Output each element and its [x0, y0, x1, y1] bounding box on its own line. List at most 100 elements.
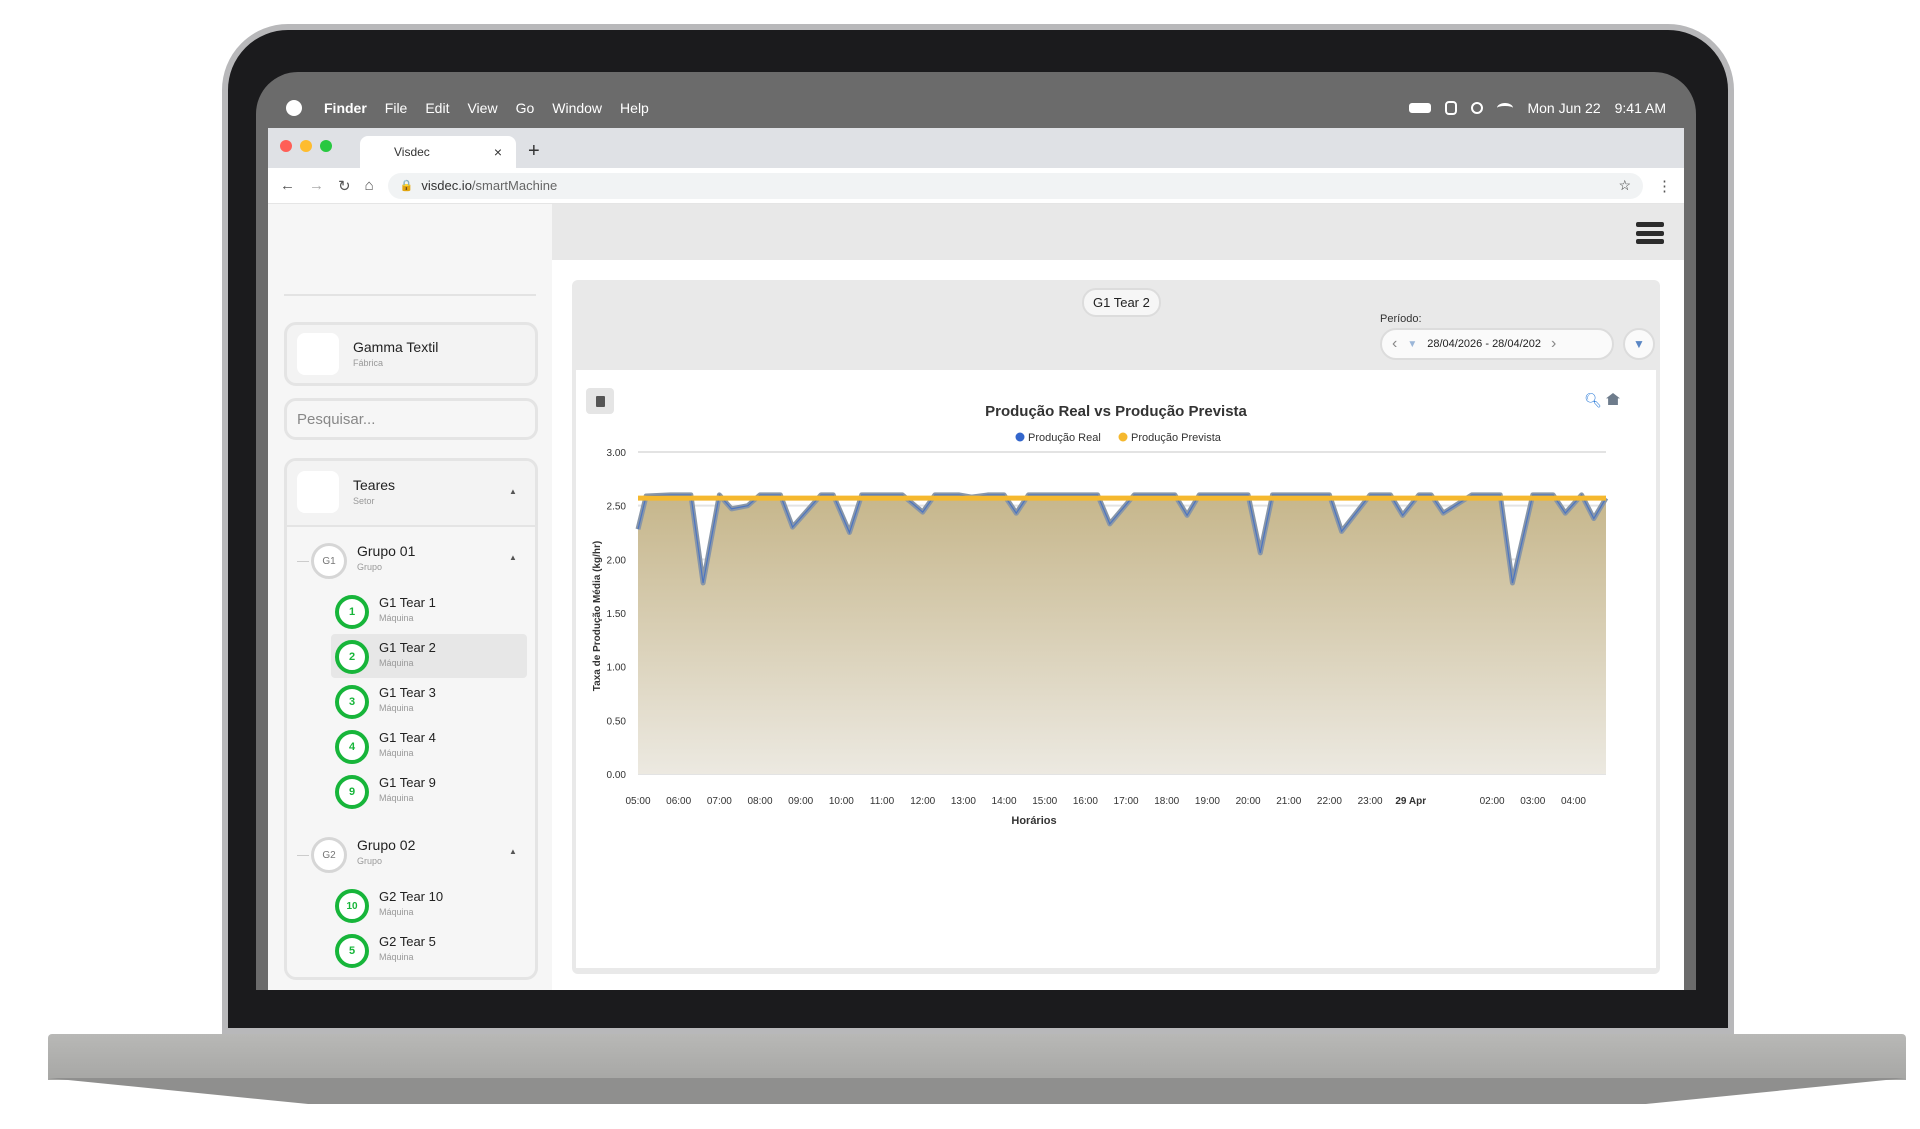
machine-row-selected[interactable]: 2 G1 Tear 2 Máquina	[331, 634, 527, 678]
factory-card[interactable]: Gamma Textil Fábrica	[284, 322, 538, 386]
browser-toolbar: ← → ↻ ⌂ 🔒 visdec.io/smartMachine ☆ ⋮	[268, 168, 1684, 204]
chart-container: 🔍︎ Produção Real vs Produção Prevista Pr…	[576, 370, 1656, 968]
periodo-label: Período:	[1380, 313, 1422, 325]
menubar-view[interactable]: View	[467, 100, 497, 116]
x-tick-label: 18:00	[1154, 796, 1179, 807]
back-icon[interactable]: ←	[280, 177, 295, 194]
y-tick-label: 0.50	[607, 716, 627, 727]
x-tick-label: 22:00	[1317, 796, 1342, 807]
machine-name: G2 Tear 10	[379, 889, 444, 904]
factory-name: Gamma Textil	[353, 339, 439, 355]
x-tick-label: 21:00	[1276, 796, 1301, 807]
close-tab-icon[interactable]: ×	[494, 144, 502, 160]
sector-type: Setor	[353, 496, 375, 506]
x-tick-label: 12:00	[910, 796, 935, 807]
x-tick-label: 17:00	[1114, 796, 1139, 807]
window-controls	[280, 140, 332, 152]
x-tick-label: 29 Apr	[1395, 796, 1426, 807]
x-tick-label: 14:00	[992, 796, 1017, 807]
menubar-window[interactable]: Window	[552, 100, 602, 116]
tree-connector	[297, 561, 309, 562]
y-tick-label: 2.50	[607, 502, 627, 513]
group-row[interactable]: G2 Grupo 02 Grupo ▲	[287, 831, 535, 877]
sector-avatar	[297, 471, 339, 513]
maximize-window-button[interactable]	[320, 140, 332, 152]
menubar-app-name[interactable]: Finder	[324, 100, 367, 116]
group-type: Grupo	[357, 856, 383, 866]
menubar-time[interactable]: 9:41 AM	[1615, 100, 1666, 116]
y-axis-label: Taxa de Produção Média (kg/hr)	[592, 541, 603, 691]
y-tick-label: 3.00	[607, 448, 627, 459]
x-tick-label: 02:00	[1480, 796, 1505, 807]
machine-row[interactable]: 3 G1 Tear 3 Máquina	[331, 679, 527, 723]
menubar-help[interactable]: Help	[620, 100, 649, 116]
y-tick-label: 1.50	[607, 609, 627, 620]
legend-label-real[interactable]: Produção Real	[1028, 432, 1101, 444]
y-axis-ticks: 0.00 0.50 1.00 1.50 2.00 2.50 3.00	[607, 448, 627, 781]
x-tick-label: 10:00	[829, 796, 854, 807]
group-row[interactable]: G1 Grupo 01 Grupo ▲	[287, 537, 535, 583]
y-tick-label: 2.00	[607, 555, 627, 566]
control-center-icon[interactable]	[1445, 101, 1458, 115]
filter-button[interactable]: ▼	[1623, 328, 1655, 360]
browser-menu-icon[interactable]: ⋮	[1657, 177, 1672, 195]
minimize-window-button[interactable]	[300, 140, 312, 152]
apple-icon[interactable]	[286, 100, 302, 116]
machine-name: G2 Tear 5	[379, 934, 436, 949]
laptop-base	[48, 1034, 1906, 1080]
url-bar[interactable]: 🔒 visdec.io/smartMachine ☆	[387, 172, 1643, 199]
date-range-value: 28/04/2026 - 28/04/202	[1427, 338, 1541, 350]
browser-window: Visdec × + ← → ↻ ⌂ 🔒 visdec.io/smartMach…	[268, 128, 1684, 990]
chart-series	[635, 492, 1609, 774]
top-header	[552, 204, 1684, 260]
reload-icon[interactable]: ↻	[338, 177, 351, 195]
menubar-date[interactable]: Mon Jun 22	[1527, 100, 1600, 116]
search-input[interactable]	[287, 401, 535, 437]
menubar-go[interactable]: Go	[516, 100, 535, 116]
chevron-up-icon[interactable]: ▲	[509, 487, 517, 496]
x-tick-label: 04:00	[1561, 796, 1586, 807]
machine-row[interactable]: 10 G2 Tear 10 Máquina	[331, 883, 527, 927]
macos-menubar: Finder File Edit View Go Window Help Mon…	[256, 72, 1696, 128]
home-icon[interactable]: ⌂	[365, 177, 374, 194]
chevron-up-icon[interactable]: ▲	[509, 847, 517, 856]
forward-icon[interactable]: →	[309, 177, 324, 194]
legend-marker-real	[1015, 432, 1025, 442]
machine-row[interactable]: 9 G1 Tear 9 Máquina	[331, 769, 527, 813]
machine-status-badge: 5	[335, 934, 369, 968]
x-tick-label: 11:00	[870, 796, 895, 807]
machine-row[interactable]: 5 G2 Tear 5 Máquina	[331, 928, 527, 972]
group-badge: G1	[311, 543, 347, 579]
machine-status-badge: 9	[335, 775, 369, 809]
x-tick-label: 16:00	[1073, 796, 1098, 807]
sector-header[interactable]: Teares Setor ▲	[287, 461, 535, 527]
date-range-picker[interactable]: ‹ ▼ 28/04/2026 - 28/04/202 ›	[1380, 328, 1614, 360]
group-type: Grupo	[357, 562, 383, 572]
machine-type: Máquina	[379, 793, 414, 803]
chevron-up-icon[interactable]: ▲	[509, 553, 517, 562]
machine-row[interactable]: 1 G1 Tear 1 Máquina	[331, 589, 527, 633]
spotlight-search-icon[interactable]	[1471, 102, 1484, 114]
machine-row[interactable]: 4 G1 Tear 4 Máquina	[331, 724, 527, 768]
x-tick-label: 23:00	[1358, 796, 1383, 807]
machine-type: Máquina	[379, 703, 414, 713]
legend-label-prevista[interactable]: Produção Prevista	[1131, 432, 1222, 444]
browser-tab[interactable]: Visdec ×	[360, 136, 516, 168]
machine-status-badge: 10	[335, 889, 369, 923]
machine-type: Máquina	[379, 613, 414, 623]
machine-name: G1 Tear 1	[379, 595, 436, 610]
url-host: visdec.io	[421, 178, 472, 193]
x-tick-label: 19:00	[1195, 796, 1220, 807]
new-tab-button[interactable]: +	[528, 140, 540, 163]
machine-status-badge: 1	[335, 595, 369, 629]
chevron-left-icon[interactable]: ‹	[1392, 335, 1397, 353]
production-area	[638, 494, 1606, 774]
wifi-icon[interactable]	[1497, 103, 1514, 113]
hamburger-menu-icon[interactable]	[1636, 222, 1664, 244]
chevron-right-icon[interactable]: ›	[1551, 335, 1556, 353]
menubar-edit[interactable]: Edit	[425, 100, 449, 116]
bookmark-star-icon[interactable]: ☆	[1618, 177, 1631, 194]
menubar-file[interactable]: File	[385, 100, 408, 116]
close-window-button[interactable]	[280, 140, 292, 152]
battery-icon[interactable]	[1409, 103, 1432, 113]
